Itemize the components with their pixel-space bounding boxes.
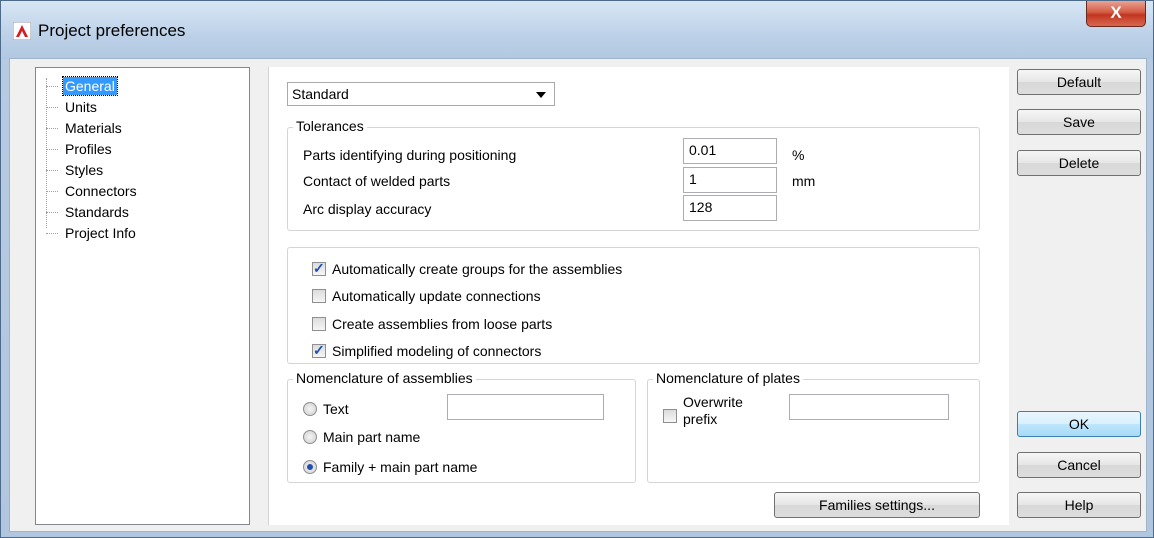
- main-part-name-label: Main part name: [323, 429, 421, 445]
- dialog-client-area: General Units Materials Profiles Styles …: [9, 58, 1147, 532]
- nomenclature-plates-group: Nomenclature of plates Overwrite prefix: [647, 370, 980, 483]
- prefix-input[interactable]: [789, 394, 949, 420]
- family-main-part-label: Family + main part name: [323, 459, 478, 475]
- standard-select-value: Standard: [292, 86, 349, 102]
- tree-item-label: General: [62, 76, 118, 96]
- prefix-label: prefix: [683, 411, 718, 427]
- loose-parts-label: Create assemblies from loose parts: [332, 316, 553, 332]
- app-logo-icon: [13, 22, 31, 40]
- loose-parts-checkbox[interactable]: [312, 317, 326, 331]
- overwrite-prefix-checkbox[interactable]: [663, 409, 677, 423]
- auto-groups-checkbox[interactable]: [312, 260, 326, 277]
- family-main-part-radio[interactable]: [303, 460, 317, 474]
- nomenclature-text-label: Text: [323, 401, 349, 417]
- tolerance-identifying-unit: %: [792, 147, 805, 163]
- nomenclature-plates-legend: Nomenclature of plates: [653, 370, 803, 386]
- tolerance-welded-unit: mm: [792, 173, 816, 189]
- close-button[interactable]: X: [1086, 1, 1146, 27]
- auto-update-checkbox[interactable]: [312, 289, 326, 303]
- default-button[interactable]: Default: [1017, 69, 1141, 95]
- nomenclature-assemblies-group: Nomenclature of assemblies Text Main par…: [287, 370, 636, 483]
- tolerance-arc-input[interactable]: 128: [683, 195, 777, 221]
- help-button[interactable]: Help: [1017, 492, 1141, 518]
- project-preferences-window: Project preferences X General Units Mate…: [0, 0, 1154, 538]
- standard-select[interactable]: Standard: [287, 82, 555, 106]
- tolerance-identifying-input[interactable]: 0.01: [683, 138, 777, 164]
- nomenclature-assemblies-legend: Nomenclature of assemblies: [293, 370, 476, 386]
- title-bar: Project preferences X: [1, 1, 1153, 59]
- tolerances-legend: Tolerances: [293, 118, 367, 134]
- tolerance-label-arc: Arc display accuracy: [303, 201, 432, 217]
- families-settings-button[interactable]: Families settings...: [774, 492, 980, 518]
- tree-item-label: Profiles: [65, 141, 112, 157]
- simplified-modeling-checkbox[interactable]: [312, 342, 326, 359]
- auto-groups-label: Automatically create groups for the asse…: [332, 261, 623, 277]
- overwrite-label: Overwrite: [683, 394, 743, 410]
- tree-item-label: Materials: [65, 120, 122, 136]
- general-settings-panel: Standard Tolerances Parts identifying du…: [268, 67, 1009, 525]
- tree-item-label: Units: [65, 99, 97, 115]
- options-group: Automatically create groups for the asse…: [287, 247, 980, 364]
- preferences-tree[interactable]: General Units Materials Profiles Styles …: [35, 67, 250, 525]
- simplified-modeling-label: Simplified modeling of connectors: [332, 343, 542, 359]
- tree-connector-line: [46, 78, 47, 228]
- nomenclature-text-input[interactable]: [447, 394, 604, 420]
- main-part-name-radio[interactable]: [303, 430, 317, 444]
- tree-item-label: Standards: [65, 204, 129, 220]
- window-title: Project preferences: [38, 21, 186, 40]
- auto-update-label: Automatically update connections: [332, 288, 541, 304]
- tolerance-label-welded: Contact of welded parts: [303, 173, 451, 189]
- tolerances-group: Tolerances Parts identifying during posi…: [287, 118, 980, 231]
- delete-button[interactable]: Delete: [1017, 150, 1141, 176]
- tolerance-welded-input[interactable]: 1: [683, 167, 777, 193]
- tree-item-label: Styles: [65, 162, 104, 178]
- tree-item-label: Project Info: [65, 225, 136, 241]
- chevron-down-icon: [536, 92, 546, 98]
- nomenclature-text-radio[interactable]: [303, 402, 317, 416]
- save-button[interactable]: Save: [1017, 109, 1141, 135]
- tree-item-label: Connectors: [65, 183, 137, 199]
- cancel-button[interactable]: Cancel: [1017, 452, 1141, 478]
- ok-button[interactable]: OK: [1017, 411, 1141, 437]
- tolerance-label-identifying: Parts identifying during positioning: [303, 147, 517, 163]
- close-icon: X: [1110, 3, 1122, 22]
